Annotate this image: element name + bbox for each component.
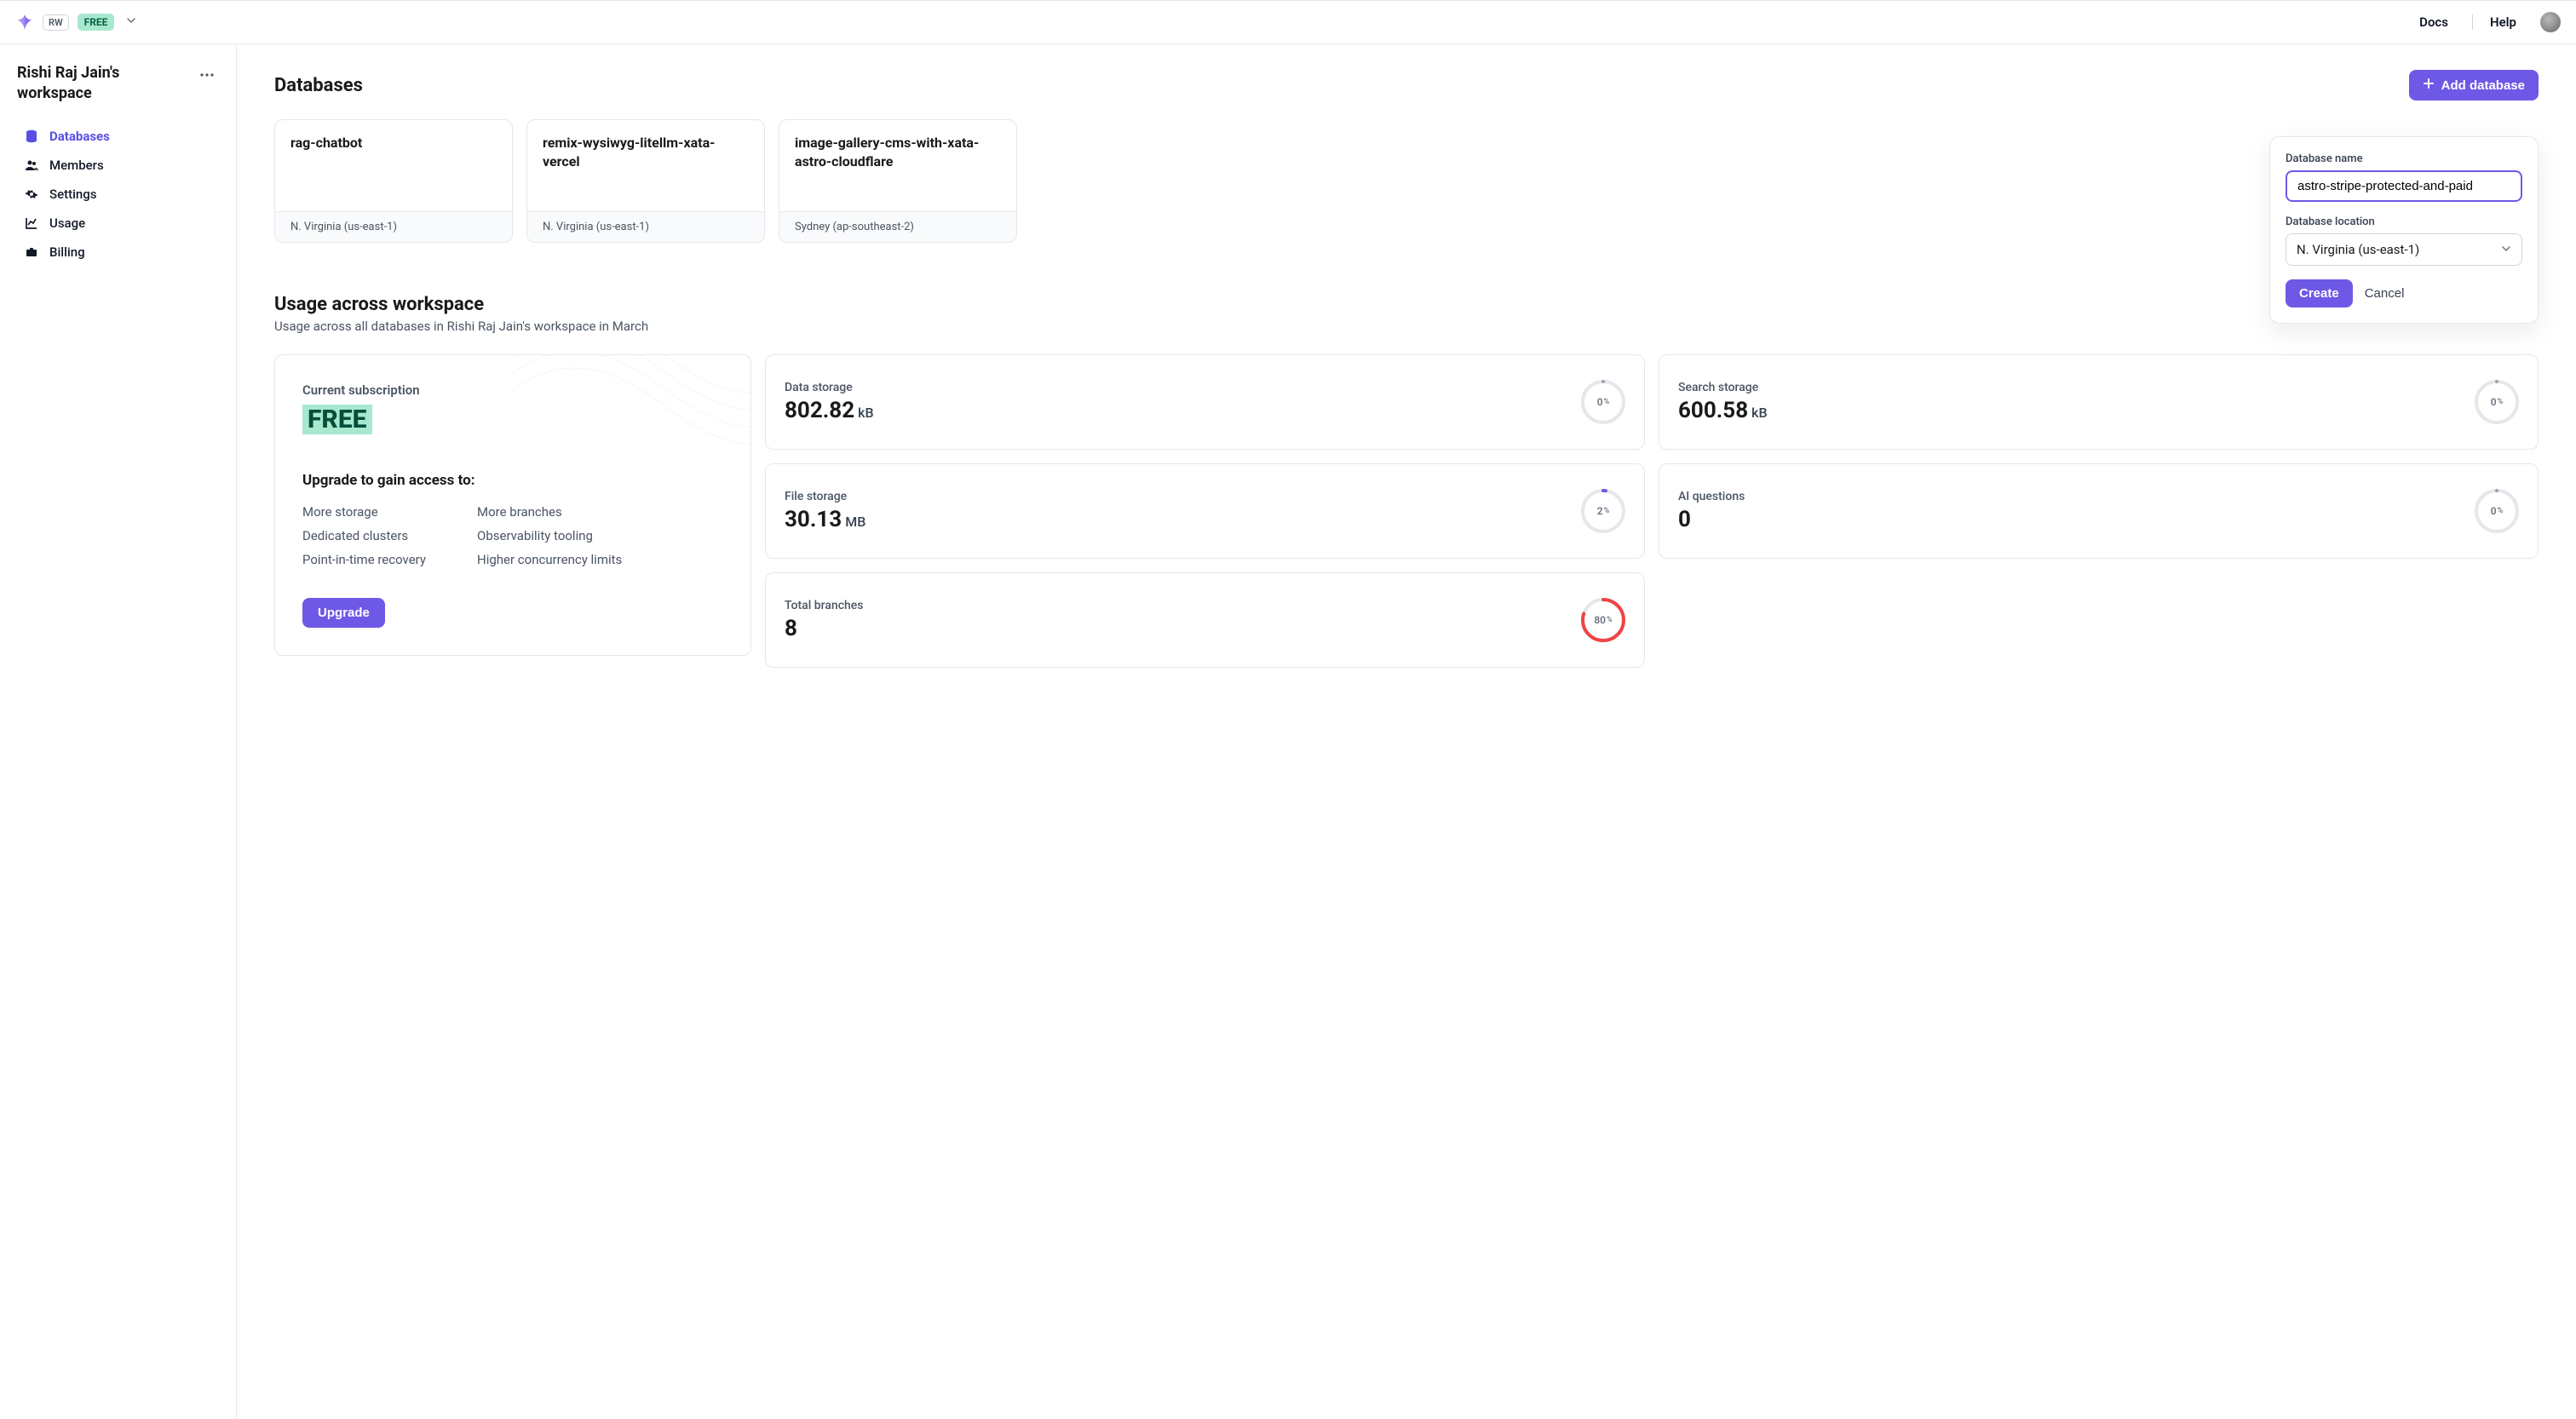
database-name-input[interactable] (2286, 170, 2522, 202)
feature-item: Observability tooling (477, 528, 622, 543)
usage-donut: 80% (1581, 598, 1625, 642)
add-database-button[interactable]: Add database (2409, 70, 2539, 101)
usage-donut: 0% (2475, 489, 2519, 533)
add-database-popover: Database name Database location N. Virgi… (2269, 136, 2539, 324)
usage-heading: Usage across workspace (274, 294, 2539, 315)
chart-icon (24, 216, 39, 230)
sidebar-item-label: Settings (49, 187, 97, 202)
plan-badge: FREE (78, 14, 115, 31)
chevron-down-icon (2501, 242, 2511, 257)
main: Databases Add database rag-chatbot N. Vi… (237, 44, 2576, 1419)
avatar[interactable] (2540, 12, 2561, 32)
usage-donut: 2% (1581, 489, 1625, 533)
plus-icon (2423, 78, 2435, 93)
more-icon[interactable] (195, 63, 219, 90)
subscription-card: Current subscription FREE Upgrade to gai… (274, 354, 751, 656)
feature-item: More storage (302, 504, 426, 520)
metric-label: Data storage (785, 381, 874, 394)
metric-card: File storage 30.13MB 2% (765, 463, 1645, 559)
metric-card: AI questions 0 0% (1659, 463, 2539, 559)
metric-card: Data storage 802.82kB 0% (765, 354, 1645, 450)
database-region: Sydney (ap-southeast-2) (779, 211, 1016, 242)
database-name: rag-chatbot (290, 134, 497, 152)
topbar: RW FREE Docs Help (0, 0, 2576, 44)
database-name: image-gallery-cms-with-xata-astro-cloudf… (795, 134, 1001, 172)
workspace-name: Rishi Raj Jain's workspace (17, 63, 162, 105)
sidebar-item-settings[interactable]: Settings (17, 181, 219, 207)
database-card[interactable]: remix-wysiwyg-litellm-xata-vercel N. Vir… (526, 119, 765, 243)
metric-card: Total branches 8 80% (765, 572, 1645, 668)
create-button[interactable]: Create (2286, 279, 2353, 307)
metric-value: 8 (785, 616, 863, 641)
database-location-select[interactable]: N. Virginia (us-east-1) (2286, 233, 2522, 266)
sidebar-item-label: Databases (49, 129, 110, 144)
metric-card: Search storage 600.58kB 0% (1659, 354, 2539, 450)
metric-label: AI questions (1678, 490, 1745, 503)
sidebar-nav: Databases Members Settings Usage Billing (17, 124, 219, 265)
metric-label: Total branches (785, 599, 863, 612)
workspace-badge[interactable]: RW (43, 14, 69, 31)
chevron-down-icon[interactable] (126, 15, 136, 29)
sidebar-item-members[interactable]: Members (17, 152, 219, 178)
database-region: N. Virginia (us-east-1) (275, 211, 512, 242)
metric-value: 802.82kB (785, 398, 874, 423)
database-icon (24, 129, 39, 143)
divider (2472, 14, 2473, 30)
cancel-button[interactable]: Cancel (2365, 286, 2405, 301)
feature-item: Dedicated clusters (302, 528, 426, 543)
sidebar-item-billing[interactable]: Billing (17, 239, 219, 265)
metric-value: 600.58kB (1678, 398, 1768, 423)
feature-item: Higher concurrency limits (477, 552, 622, 567)
metrics-grid: Data storage 802.82kB 0% Search storage … (765, 354, 2539, 668)
database-region: N. Virginia (us-east-1) (527, 211, 764, 242)
gear-icon (24, 187, 39, 201)
feature-item: Point-in-time recovery (302, 552, 426, 567)
database-name-label: Database name (2286, 152, 2522, 165)
page-title: Databases (274, 75, 363, 96)
sidebar-item-databases[interactable]: Databases (17, 124, 219, 149)
metric-value: 30.13MB (785, 507, 865, 532)
sidebar-item-label: Members (49, 158, 104, 173)
members-icon (24, 158, 39, 172)
add-database-label: Add database (2441, 78, 2525, 93)
metric-label: Search storage (1678, 381, 1768, 394)
database-card[interactable]: image-gallery-cms-with-xata-astro-cloudf… (779, 119, 1017, 243)
sidebar-item-usage[interactable]: Usage (17, 210, 219, 236)
help-link[interactable]: Help (2490, 14, 2516, 30)
metric-value: 0 (1678, 507, 1745, 532)
docs-link[interactable]: Docs (2419, 14, 2448, 30)
database-location-label: Database location (2286, 215, 2522, 228)
usage-donut: 0% (1581, 380, 1625, 424)
briefcase-icon (24, 245, 39, 259)
database-card[interactable]: rag-chatbot N. Virginia (us-east-1) (274, 119, 513, 243)
usage-subheading: Usage across all databases in Rishi Raj … (274, 319, 2539, 334)
metric-label: File storage (785, 490, 865, 503)
upgrade-button[interactable]: Upgrade (302, 598, 385, 628)
database-name: remix-wysiwyg-litellm-xata-vercel (543, 134, 749, 172)
logo-icon[interactable] (15, 13, 34, 32)
current-plan: FREE (302, 405, 372, 434)
sidebar: Rishi Raj Jain's workspace Databases Mem… (0, 44, 237, 1419)
database-cards-row: rag-chatbot N. Virginia (us-east-1) remi… (274, 119, 2539, 243)
sidebar-item-label: Billing (49, 244, 85, 260)
database-location-value: N. Virginia (us-east-1) (2297, 242, 2419, 257)
usage-donut: 0% (2475, 380, 2519, 424)
sidebar-item-label: Usage (49, 215, 85, 231)
